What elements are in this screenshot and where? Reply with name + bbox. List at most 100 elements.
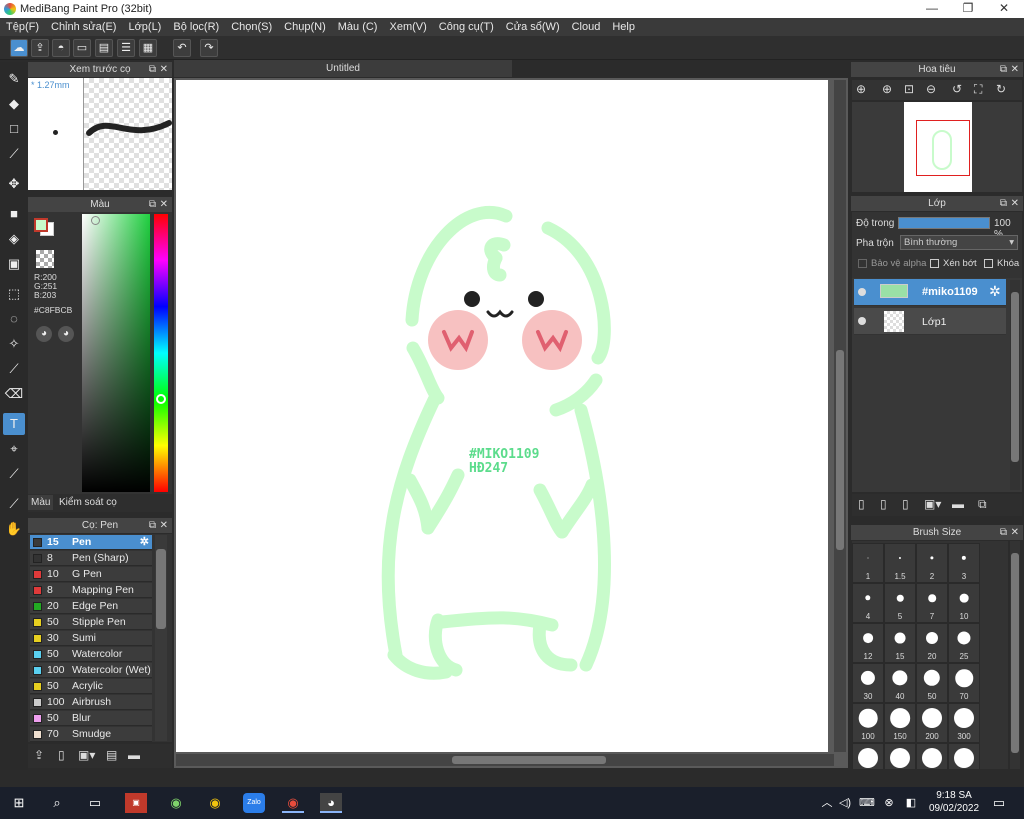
canvas-horizontal-scrollbar[interactable] (176, 754, 834, 766)
app-icon-2[interactable]: ◉ (165, 793, 187, 813)
fullscreen-icon[interactable]: ⛶ (974, 82, 982, 97)
close-panel-icon[interactable]: ✕ (1011, 196, 1019, 211)
brush-size-cell[interactable]: 1 (852, 543, 884, 583)
merge-layer-icon[interactable]: ▯ (902, 497, 909, 511)
brush-size-cell[interactable] (916, 743, 948, 769)
visibility-icon[interactable] (858, 317, 866, 325)
gear-icon[interactable]: ✲ (989, 283, 1001, 300)
visibility-icon[interactable] (858, 288, 866, 296)
popout-icon[interactable]: ⧉ (1000, 525, 1007, 540)
brush-size-cell[interactable]: 30 (852, 663, 884, 703)
opacity-slider[interactable] (898, 217, 990, 229)
brush-item[interactable]: 50 Stipple Pen (30, 615, 152, 630)
brush-item[interactable]: 30 Sumi (30, 631, 152, 646)
brush-size-cell[interactable]: 2 (916, 543, 948, 583)
tab-brush-control[interactable]: Kiểm soát cọ (56, 495, 120, 510)
clipping-checkbox[interactable] (930, 259, 939, 268)
brush-size-cell[interactable]: 3 (948, 543, 980, 583)
rotate-right-icon[interactable]: ↻ (996, 82, 1006, 96)
speech-bubble-icon[interactable]: ◓ (52, 39, 70, 57)
chrome-icon[interactable]: ◉ (204, 793, 226, 813)
add-layer-menu-icon[interactable]: ▣▾ (924, 497, 941, 511)
folder-icon[interactable]: ▬ (952, 497, 964, 511)
brush-item[interactable]: 50 Acrylic (30, 679, 152, 694)
brush-size-cell[interactable]: 10 (948, 583, 980, 623)
brush-size-cell[interactable]: 50 (916, 663, 948, 703)
popout-icon[interactable]: ⧉ (149, 518, 156, 533)
select-eraser-tool-icon[interactable]: ⌫ (3, 383, 25, 405)
layer-row-lop1[interactable]: Lớp1 (854, 308, 1006, 335)
menu-cloud[interactable]: Cloud (566, 18, 607, 36)
scroll-thumb[interactable] (452, 756, 606, 764)
hue-cursor[interactable] (156, 394, 166, 404)
popout-icon[interactable]: ⧉ (149, 62, 156, 77)
popout-icon[interactable]: ⧉ (1000, 196, 1007, 211)
brush-size-cell[interactable]: 4 (852, 583, 884, 623)
clock[interactable]: 9:18 SA 09/02/2022 (926, 789, 982, 815)
brush-size-cell[interactable] (948, 743, 980, 769)
cloud-icon[interactable]: ☁ (10, 39, 28, 57)
layer-list-scrollbar[interactable] (1010, 280, 1020, 490)
list-icon[interactable]: ☰ (117, 39, 135, 57)
app-icon-1[interactable]: ▣ (125, 793, 147, 813)
sv-cursor[interactable] (91, 216, 100, 225)
zoom-out-icon[interactable]: ⊖ (926, 82, 936, 96)
brush-size-cell[interactable] (884, 743, 916, 769)
brush-size-cell[interactable]: 15 (884, 623, 916, 663)
dot-tool-icon[interactable]: □ (3, 118, 25, 140)
popout-icon[interactable]: ⧉ (1000, 62, 1007, 77)
close-panel-icon[interactable]: ✕ (1011, 525, 1019, 540)
menu-filter[interactable]: Bộ lọc(R) (167, 18, 225, 36)
undo-icon[interactable]: ↶ (173, 39, 191, 57)
menu-snap[interactable]: Chụp(N) (278, 18, 332, 36)
rotate-left-icon[interactable]: ↺ (952, 82, 962, 96)
brush-item[interactable]: 10 G Pen (30, 567, 152, 582)
select-pen-tool-icon[interactable]: ⟋ (3, 358, 25, 380)
close-button[interactable]: ✕ (986, 0, 1022, 18)
menu-window[interactable]: Cửa sổ(W) (500, 18, 566, 36)
brush-size-cell[interactable]: 40 (884, 663, 916, 703)
eyedropper-tool-icon[interactable]: ⟋ (3, 493, 25, 515)
gradient-tool-icon[interactable]: ▣ (3, 253, 25, 275)
brush-settings-icon[interactable]: ▤ (106, 748, 117, 762)
brush-size-cell[interactable]: 5 (884, 583, 916, 623)
brush-size-cell[interactable]: 25 (948, 623, 980, 663)
brush-item[interactable]: 8 Mapping Pen (30, 583, 152, 598)
menu-help[interactable]: Help (606, 18, 641, 36)
brush-size-cell[interactable]: 12 (852, 623, 884, 663)
palette-icon[interactable]: ◕ (36, 326, 52, 342)
brush-size-cell[interactable]: 7 (916, 583, 948, 623)
palette-alt-icon[interactable]: ◕ (58, 326, 74, 342)
folder-icon[interactable]: ▬ (128, 748, 140, 762)
page-icon[interactable]: ▤ (95, 39, 113, 57)
add-brush-icon[interactable]: ▣▾ (78, 748, 95, 762)
magic-wand-tool-icon[interactable]: ✧ (3, 333, 25, 355)
scroll-thumb[interactable] (156, 549, 166, 629)
brush-size-scrollbar[interactable] (1010, 541, 1020, 769)
windows-start-icon[interactable]: ⊞ (8, 793, 30, 813)
lock-checkbox[interactable] (984, 259, 993, 268)
scroll-thumb[interactable] (836, 350, 844, 550)
brush-size-cell[interactable]: 1.5 (884, 543, 916, 583)
upload-brush-icon[interactable]: ⇪ (34, 748, 44, 762)
eraser-tool-icon[interactable]: ◆ (3, 93, 25, 115)
tab-color[interactable]: Màu (28, 495, 54, 510)
brush-item[interactable]: 20 Edge Pen (30, 599, 152, 614)
maximize-button[interactable]: ❐ (950, 0, 986, 18)
protect-alpha-checkbox[interactable] (858, 259, 867, 268)
comment-icon[interactable]: ▭ (73, 39, 91, 57)
keyboard-icon[interactable]: ⌨ (856, 793, 878, 813)
brush-item[interactable]: 50 Blur (30, 711, 152, 726)
brush-item[interactable]: 70 Smudge (30, 727, 152, 742)
fill-rect-tool-icon[interactable]: ■ (3, 203, 25, 225)
brush-item[interactable]: 100 Airbrush (30, 695, 152, 710)
brush-item[interactable]: 100 Watercolor (Wet) (30, 663, 152, 678)
brush-list-scrollbar[interactable] (155, 535, 167, 741)
task-view-icon[interactable]: ▭ (84, 793, 106, 813)
lasso-tool-icon[interactable]: ◌ (3, 308, 25, 330)
notification-icon[interactable]: ▭ (988, 793, 1010, 813)
hue-slider[interactable] (154, 214, 168, 492)
layer-row-miko[interactable]: #miko1109 ✲ (854, 279, 1006, 306)
scroll-thumb[interactable] (1011, 553, 1019, 753)
brush-tool-icon[interactable]: ✎ (3, 68, 25, 90)
